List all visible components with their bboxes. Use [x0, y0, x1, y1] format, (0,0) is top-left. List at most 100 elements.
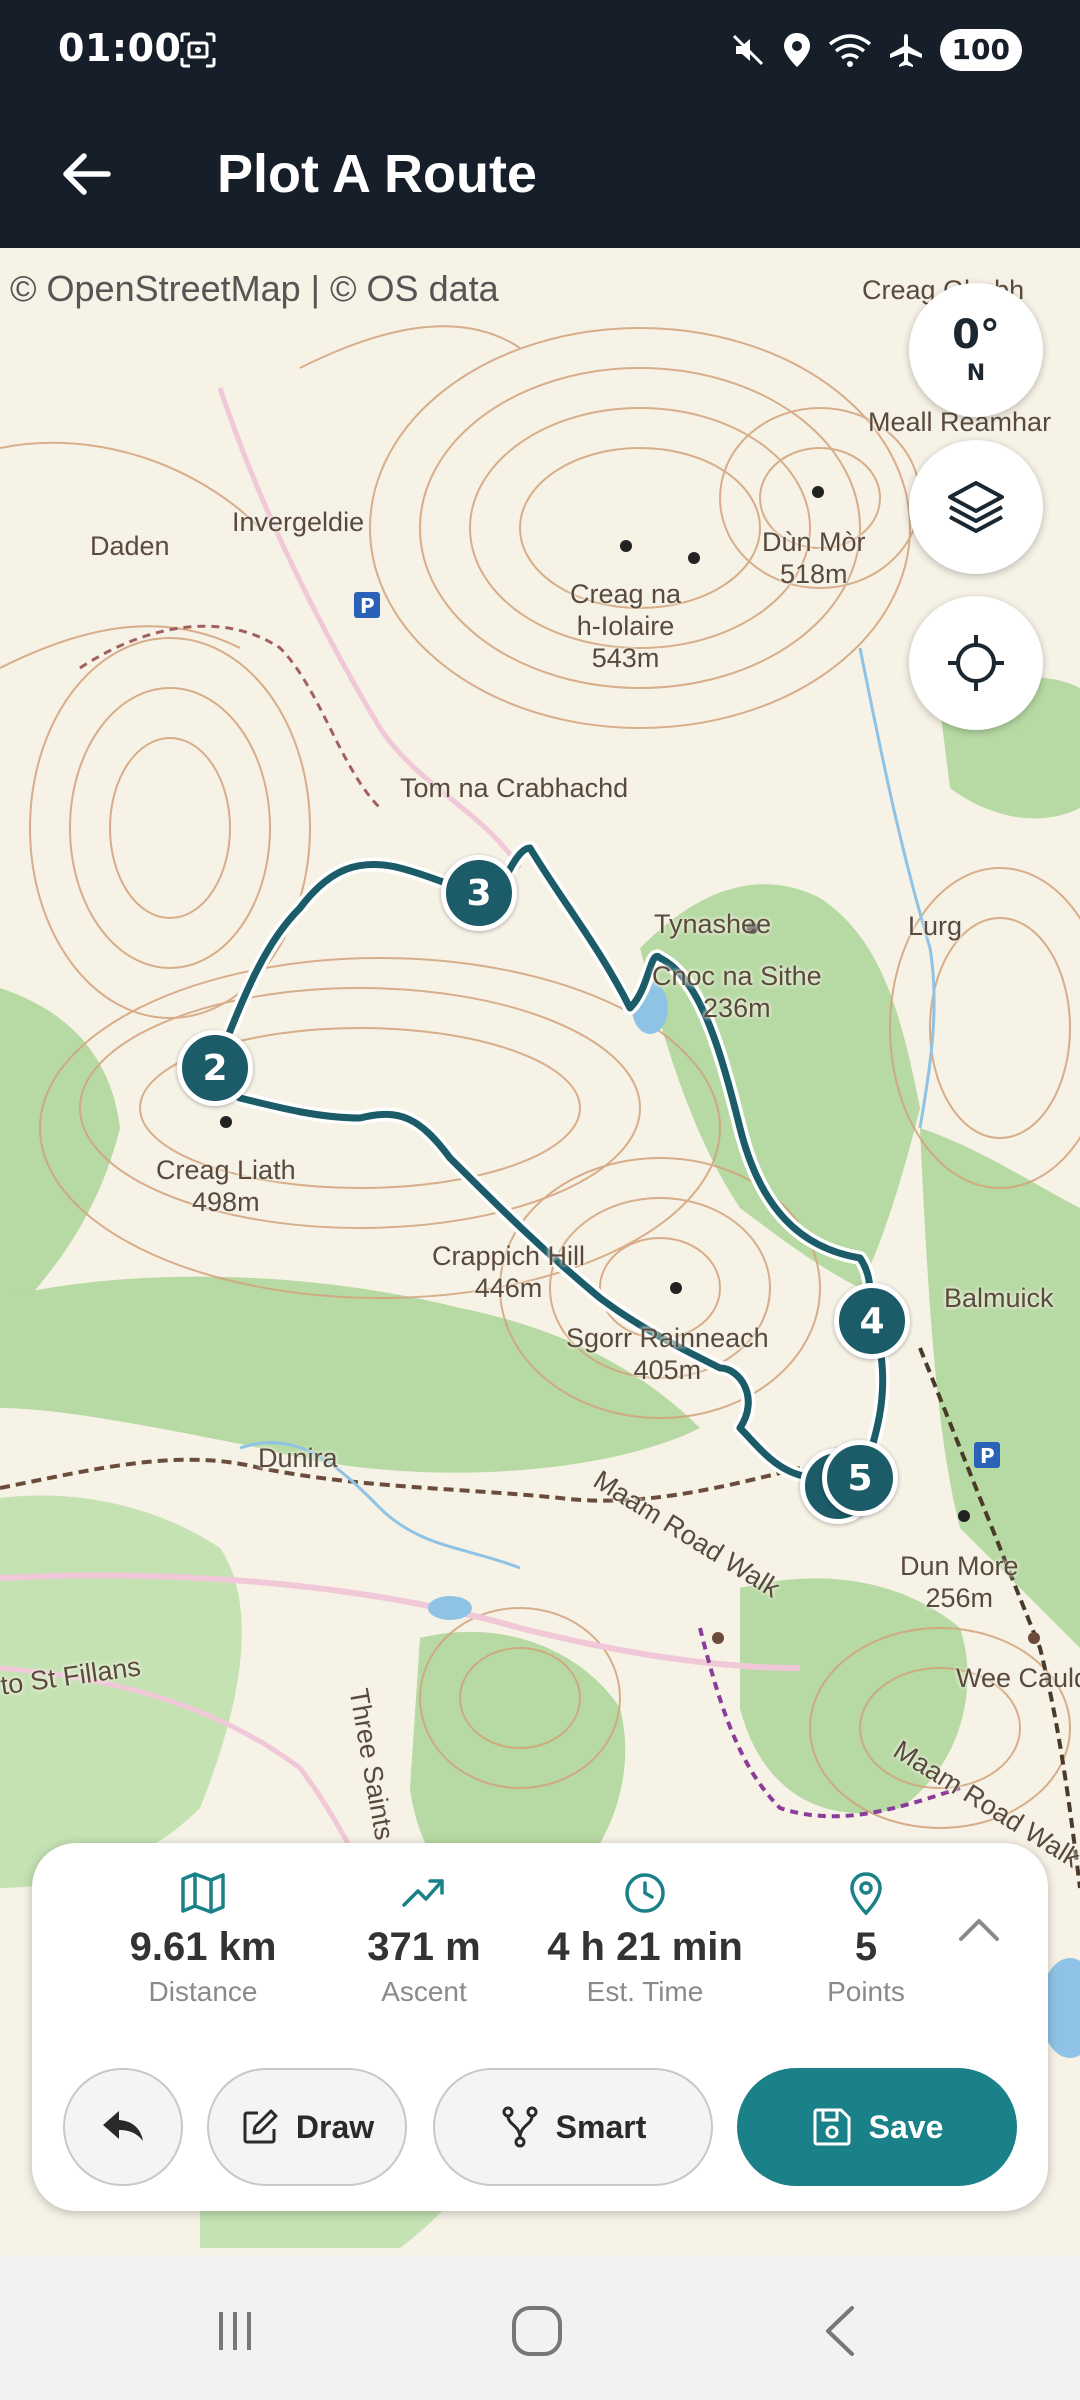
summit-name: Dun More	[900, 1551, 1019, 1581]
svg-text:P: P	[980, 1444, 995, 1468]
summit-height: 446m	[474, 1273, 543, 1303]
compass-direction: N	[966, 360, 986, 386]
expand-panel-button[interactable]	[944, 1895, 1014, 1965]
crosshair-icon	[948, 635, 1004, 691]
summit-height: 236m	[703, 993, 771, 1023]
layers-icon	[948, 481, 1004, 533]
summit-name: Creag Liath	[156, 1155, 296, 1185]
route-waypoint[interactable]: 3	[441, 855, 517, 931]
my-location-button[interactable]	[909, 596, 1043, 730]
edit-icon	[243, 2109, 278, 2144]
draw-label: Draw	[295, 2108, 375, 2145]
summit-label: Crappich Hill 446m	[432, 1240, 585, 1304]
summit-marker	[620, 540, 632, 552]
save-icon	[813, 2108, 851, 2146]
summit-marker	[1028, 1632, 1040, 1644]
summit-name: Creag na	[570, 579, 682, 609]
chevron-left-icon	[826, 2306, 854, 2356]
summit-height: 256m	[925, 1583, 994, 1613]
ascent-label: Ascent	[381, 1976, 467, 2007]
back-button[interactable]	[50, 138, 122, 210]
summit-height: 498m	[192, 1187, 260, 1217]
location-icon	[783, 33, 810, 67]
route-waypoint[interactable]: 5	[822, 1440, 898, 1516]
summit-name: Dùn Mòr	[762, 527, 866, 557]
map-attribution: © OpenStreetMap | © OS data	[10, 268, 499, 309]
summit-label: Dun More 256m	[900, 1550, 1019, 1614]
trend-up-icon	[402, 1879, 444, 1907]
summit-name: Cnoc na Sithe	[652, 961, 822, 991]
points-label: Points	[827, 1976, 905, 2007]
smart-button[interactable]: Smart	[433, 2068, 713, 2186]
airplane-icon	[889, 34, 922, 67]
battery-indicator: 100	[939, 29, 1022, 71]
summit-marker	[670, 1282, 682, 1294]
summit-label: Creag Liath 498m	[156, 1154, 296, 1218]
recent-apps-button[interactable]	[200, 2296, 270, 2366]
place-label: Lurg	[908, 911, 963, 941]
summit-height: 543m	[591, 643, 660, 673]
clock-icon	[625, 1873, 665, 1913]
home-button[interactable]	[502, 2296, 572, 2366]
summit-marker	[220, 1116, 232, 1128]
recent-apps-icon	[219, 2312, 251, 2350]
route-waypoint[interactable]: 4	[834, 1283, 910, 1359]
save-label: Save	[868, 2108, 944, 2145]
place-label: Daden	[90, 531, 170, 561]
undo-button[interactable]	[63, 2068, 183, 2186]
stat-points: 5 Points	[756, 1865, 976, 2008]
screenshot-icon	[180, 32, 216, 68]
route-stats-panel: 9.61 km Distance 371 m Ascent 4 h 21 min…	[32, 1843, 1048, 2211]
summit-marker	[688, 552, 700, 564]
arrow-left-icon	[63, 153, 111, 195]
ascent-value: 371 m	[367, 1925, 481, 1969]
svg-text:P: P	[360, 594, 375, 618]
smart-label: Smart	[555, 2108, 647, 2145]
wifi-calling-icon	[828, 34, 871, 67]
est-time-label: Est. Time	[586, 1976, 704, 2007]
route-split-icon	[502, 2106, 538, 2148]
compass-degrees: 0°	[952, 311, 1000, 358]
summit-marker	[812, 486, 824, 498]
place-label: Invergeldie	[232, 507, 365, 537]
status-bar: 01:00 100	[0, 0, 1080, 100]
summit-height: 405m	[633, 1355, 702, 1385]
system-nav-bar	[0, 2256, 1080, 2400]
lochan	[428, 1596, 472, 1620]
mute-icon	[732, 34, 763, 66]
draw-button[interactable]: Draw	[207, 2068, 407, 2186]
route-waypoint[interactable]: 2	[177, 1030, 253, 1106]
map-layers-button[interactable]	[909, 440, 1043, 574]
place-label: Dunira	[258, 1443, 338, 1473]
est-time-value: 4 h 21 min	[547, 1925, 743, 1969]
stat-ascent: 371 m Ascent	[314, 1865, 534, 2008]
system-back-button[interactable]	[805, 2296, 875, 2366]
save-button[interactable]: Save	[737, 2068, 1017, 2186]
compass-button[interactable]: 0° N	[909, 283, 1043, 417]
place-label: Tom na Crabhachd	[400, 773, 629, 803]
summit-label: Sgorr Rainneach 405m	[566, 1322, 769, 1386]
page-title: Plot A Route	[217, 144, 537, 204]
summit-label: Cnoc na Sithe 236m	[652, 960, 822, 1024]
stat-distance: 9.61 km Distance	[93, 1865, 313, 2008]
summit-name: Crappich Hill	[432, 1241, 586, 1271]
summit-name: h-Iolaire	[576, 611, 675, 641]
map-icon	[181, 1872, 225, 1914]
stat-est-time: 4 h 21 min Est. Time	[535, 1865, 755, 2008]
summit-label: Creag na h-Iolaire 543m	[570, 578, 681, 674]
summit-name: Sgorr Rainneach	[566, 1323, 769, 1353]
place-label: Balmuick	[944, 1283, 1054, 1313]
place-label: Wee Cauldron	[956, 1663, 1080, 1693]
distance-label: Distance	[148, 1976, 258, 2007]
status-time: 01:00	[58, 26, 182, 70]
distance-value: 9.61 km	[129, 1925, 277, 1969]
summit-label: Dùn Mòr 518m	[762, 526, 866, 590]
app-bar: Plot A Route	[0, 100, 1080, 248]
undo-icon	[103, 2111, 143, 2141]
summit-height: 518m	[779, 559, 848, 589]
place-label: Tynashee	[654, 909, 772, 939]
map-pin-icon	[850, 1872, 882, 1916]
status-icons: 100	[730, 22, 1022, 78]
summit-marker	[958, 1510, 970, 1522]
summit-marker	[712, 1632, 724, 1644]
